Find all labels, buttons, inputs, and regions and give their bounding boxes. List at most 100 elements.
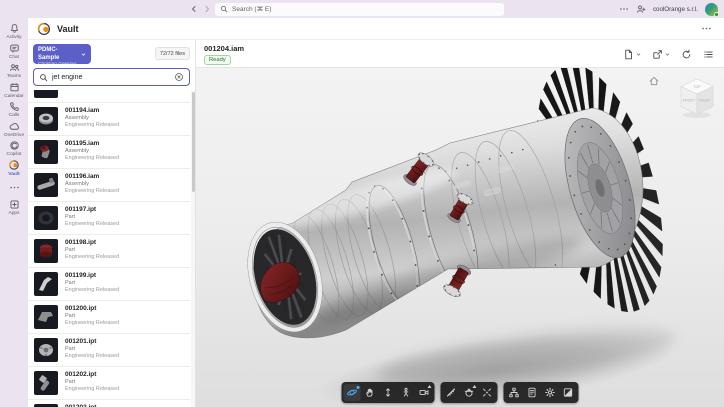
file-row[interactable]: 001199.iptPartEngineering Released [28, 268, 190, 301]
file-row[interactable]: Engineering Released [28, 90, 190, 103]
file-status: Engineering Released [65, 122, 119, 129]
rail-item-copilot[interactable]: Copilot [0, 139, 28, 159]
copilot-icon [9, 140, 20, 151]
more-icon [9, 182, 20, 193]
apps-icon [9, 199, 20, 210]
back-icon[interactable] [189, 2, 198, 15]
file-type: Part [65, 346, 119, 353]
file-type: Part [65, 313, 119, 320]
vault-name: PDMC-Sample [38, 46, 78, 62]
file-thumbnail-flange-red [34, 239, 58, 263]
global-search-input[interactable]: Search (⌘ E) [215, 3, 504, 16]
forward-icon[interactable] [202, 2, 211, 15]
file-name: 001201.ipt [65, 338, 119, 346]
rail-item-apps[interactable]: Apps [0, 198, 28, 218]
refresh-button[interactable] [681, 49, 692, 60]
rail-item-label: Calls [9, 113, 20, 118]
main-header: 001204.iam Ready [196, 40, 724, 68]
file-name: 001198.ipt [65, 239, 119, 247]
measure-icon [446, 387, 457, 398]
file-count-badge: 72/72 files [155, 47, 190, 60]
app-rail: Activity Chat Teams Calendar Calls OneDriveCo… [0, 18, 28, 407]
section-tool-button[interactable] [461, 384, 478, 401]
status-badge: Ready [204, 55, 231, 65]
jet-engine-model[interactable] [196, 68, 724, 407]
rail-item-label: Activity [6, 35, 21, 40]
rail-item-more[interactable] [0, 178, 28, 198]
presence-dot [714, 12, 719, 17]
model-browser-icon [509, 387, 520, 398]
file-row[interactable]: 001200.iptPartEngineering Released [28, 301, 190, 334]
rail-item-chat[interactable]: Chat [0, 42, 28, 62]
search-icon [39, 73, 48, 82]
orbit-tool-button[interactable] [344, 384, 361, 401]
document-button[interactable] [623, 49, 641, 60]
submenu-caret-icon [473, 385, 477, 388]
search-icon [220, 5, 228, 13]
measure-tool-button[interactable] [443, 384, 460, 401]
cad-viewer[interactable]: TOP FRONT RIGHT [196, 68, 724, 407]
person-add-icon[interactable] [636, 4, 646, 14]
file-row[interactable]: 001198.iptPartEngineering Released [28, 235, 190, 268]
file-search-input[interactable]: jet engine [33, 68, 190, 86]
file-name: 001194.iam [65, 107, 119, 115]
settings-tool-button[interactable] [542, 384, 559, 401]
viewcube-front-label[interactable]: FRONT [683, 99, 696, 103]
file-row[interactable]: 001202.iptPartEngineering Released [28, 367, 190, 400]
home-view-icon[interactable] [648, 74, 660, 86]
viewcube-top-label[interactable]: TOP [693, 85, 701, 89]
file-thumbnail-bolt-red [34, 140, 58, 164]
file-row[interactable]: 001196.iamAssemblyEngineering Released [28, 169, 190, 202]
viewcube-right-label[interactable]: RIGHT [699, 99, 711, 103]
section-icon [464, 387, 475, 398]
rail-item-label: Vault [8, 172, 19, 177]
rail-item-activity[interactable]: Activity [0, 22, 28, 42]
file-name: 001197.ipt [65, 206, 119, 214]
rail-item-label: Apps [9, 211, 20, 216]
file-row[interactable]: 001197.iptPartEngineering Released [28, 202, 190, 235]
account-name[interactable]: coolOrange s.r.l. [653, 6, 698, 13]
model-browser-tool-button[interactable] [506, 384, 523, 401]
first-person-tool-button[interactable] [398, 384, 415, 401]
fullscreen-tool-button[interactable] [560, 384, 577, 401]
zoom-tool-button[interactable] [380, 384, 397, 401]
file-status: Engineering Released [65, 320, 119, 327]
file-name: 001196.iam [65, 173, 119, 181]
view-cube[interactable]: TOP FRONT RIGHT [678, 77, 716, 119]
clear-search-icon[interactable] [174, 72, 184, 82]
app-more-icon[interactable] [701, 23, 712, 34]
vault-selector-button[interactable]: PDMC-Sample Christian Gessner [33, 44, 91, 64]
explode-tool-button[interactable] [479, 384, 496, 401]
rail-item-label: OneDrive [4, 133, 24, 138]
file-row[interactable]: 001194.iamAssemblyEngineering Released [28, 103, 190, 136]
camera-tool-button[interactable] [416, 384, 433, 401]
avatar[interactable] [705, 3, 718, 16]
pan-tool-button[interactable] [362, 384, 379, 401]
file-type: Part [65, 214, 119, 221]
file-name: 001199.ipt [65, 272, 119, 280]
file-row[interactable]: 001203.iptPartEngineering Released [28, 400, 190, 407]
search-placeholder: Search (⌘ E) [232, 5, 271, 13]
topbar-more-icon[interactable] [619, 4, 629, 14]
list-view-button[interactable] [703, 49, 714, 60]
rail-item-teams[interactable]: Teams [0, 61, 28, 81]
open-file-name: 001204.iam [204, 44, 244, 53]
rail-item-label: Teams [7, 74, 21, 79]
rail-item-onedrive[interactable]: OneDrive [0, 120, 28, 140]
file-type: Assembly [65, 115, 119, 122]
properties-tool-button[interactable] [524, 384, 541, 401]
rail-item-vault[interactable]: Vault [0, 159, 28, 179]
file-row[interactable]: 001195.iamAssemblyEngineering Released [28, 136, 190, 169]
file-list-scrollbar[interactable] [191, 90, 195, 407]
rail-item-calls[interactable]: Calls [0, 100, 28, 120]
file-status: Engineering Released [65, 188, 119, 195]
app-title: Vault [57, 24, 79, 34]
file-thumbnail-arm [34, 272, 58, 296]
file-status: Engineering Released [65, 221, 119, 228]
file-row[interactable]: 001201.iptPartEngineering Released [28, 334, 190, 367]
viewer-toolbar [342, 382, 579, 403]
file-status: Engineering Released [65, 386, 119, 393]
export-button[interactable] [652, 49, 670, 60]
rail-item-calendar[interactable]: Calendar [0, 81, 28, 101]
scrollbar-thumb[interactable] [192, 92, 195, 192]
